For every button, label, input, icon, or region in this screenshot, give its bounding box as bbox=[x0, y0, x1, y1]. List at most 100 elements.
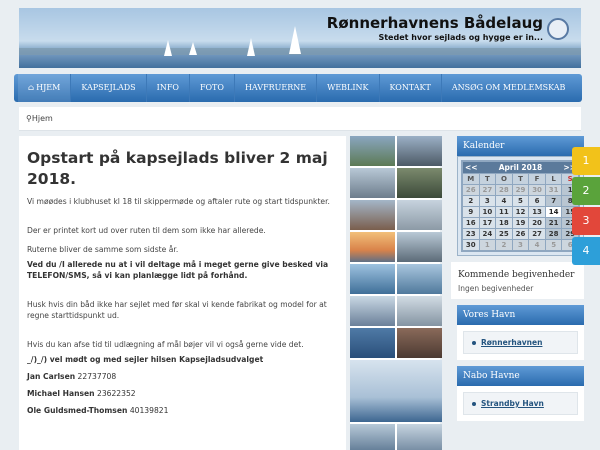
gallery-photo[interactable] bbox=[397, 168, 442, 198]
calendar-day[interactable]: 6 bbox=[529, 196, 545, 206]
article-paragraph: Ruterne bliver de samme som sidste år. bbox=[27, 245, 179, 254]
photo-gallery bbox=[350, 136, 442, 450]
calendar-widget: Kalender << April 2018 >> M T O T F L S 26 27 28 2… bbox=[451, 136, 584, 256]
article-paragraph: Der er printet kort ud over ruten til de… bbox=[27, 226, 266, 235]
main-nav: ⌂ Hjem Kapsejlads Info Foto Havfruerne We… bbox=[14, 74, 582, 102]
calendar-day-header: O bbox=[496, 174, 512, 184]
bullet-icon bbox=[472, 402, 476, 406]
vores-havn-widget: Vores Havn Rønnerhavnen bbox=[451, 305, 584, 360]
calendar-day[interactable]: 18 bbox=[496, 218, 512, 228]
sailboat-image bbox=[247, 38, 255, 56]
calendar-day[interactable]: 10 bbox=[479, 207, 496, 217]
calendar-day[interactable]: 13 bbox=[529, 207, 545, 217]
contact-line: Ole Guldsmed-Thomsen 40139821 bbox=[27, 405, 338, 416]
gallery-photo[interactable] bbox=[397, 424, 442, 450]
contact-line: Jan Carlsen 22737708 bbox=[27, 371, 338, 382]
calendar-frame: << April 2018 >> M T O T F L S 26 27 28 29 30 31 1 2 3 4… bbox=[457, 156, 584, 256]
side-tabs: 1 2 3 4 bbox=[572, 147, 600, 267]
events-heading: Kommende begivenheder bbox=[458, 270, 575, 280]
side-tab-2[interactable]: 2 bbox=[572, 177, 600, 205]
article: Opstart på kapsejlads bliver 2 maj 2018.… bbox=[19, 136, 346, 450]
gallery-photo[interactable] bbox=[397, 296, 442, 326]
gallery-photo[interactable] bbox=[350, 168, 395, 198]
calendar-day[interactable]: 19 bbox=[512, 218, 529, 228]
contact-name: Michael Hansen bbox=[27, 389, 95, 398]
gallery-photo[interactable] bbox=[350, 360, 442, 422]
gallery-photo[interactable] bbox=[350, 200, 395, 230]
calendar-day-header: T bbox=[512, 174, 529, 184]
gallery-photo[interactable] bbox=[350, 232, 395, 262]
prev-month-button[interactable]: << bbox=[465, 163, 478, 172]
calendar-day[interactable]: 9 bbox=[463, 207, 479, 217]
gallery-photo[interactable] bbox=[350, 136, 395, 166]
calendar-day-other-month: 3 bbox=[512, 240, 529, 250]
calendar-day-other-month: 27 bbox=[479, 185, 496, 195]
calendar-day-header: F bbox=[529, 174, 545, 184]
side-tab-1[interactable]: 1 bbox=[572, 147, 600, 175]
nav-item-label: Hjem bbox=[36, 83, 61, 92]
calendar-day[interactable]: 23 bbox=[463, 229, 479, 239]
side-tab-3[interactable]: 3 bbox=[572, 207, 600, 235]
sailboat-image bbox=[164, 40, 172, 56]
nav-item-kapsejlads[interactable]: Kapsejlads bbox=[71, 74, 147, 102]
calendar-day[interactable]: 16 bbox=[463, 218, 479, 228]
club-seal-icon bbox=[547, 18, 569, 40]
sidebar: Kalender << April 2018 >> M T O T F L S 26 27 28 2… bbox=[451, 136, 584, 427]
calendar-day[interactable]: 14 bbox=[545, 207, 562, 217]
side-tab-4[interactable]: 4 bbox=[572, 237, 600, 265]
calendar-day[interactable]: 26 bbox=[512, 229, 529, 239]
gallery-photo[interactable] bbox=[397, 264, 442, 294]
nav-item-foto[interactable]: Foto bbox=[190, 74, 235, 102]
breadcrumb-home[interactable]: Hjem bbox=[32, 114, 53, 123]
calendar-day[interactable]: 17 bbox=[479, 218, 496, 228]
calendar-heading: Kalender bbox=[457, 136, 584, 156]
gallery-photo[interactable] bbox=[397, 136, 442, 166]
calendar-day[interactable]: 25 bbox=[496, 229, 512, 239]
calendar-day[interactable]: 24 bbox=[479, 229, 496, 239]
gallery-photo[interactable] bbox=[397, 328, 442, 358]
nav-item-weblink[interactable]: Weblink bbox=[317, 74, 380, 102]
gallery-photo[interactable] bbox=[350, 296, 395, 326]
link-ronnerhavnen[interactable]: Rønnerhavnen bbox=[481, 338, 542, 347]
contact-name: Jan Carlsen bbox=[27, 372, 76, 381]
nabo-havne-widget: Nabo Havne Strandby Havn bbox=[451, 366, 584, 421]
calendar-day[interactable]: 4 bbox=[496, 196, 512, 206]
calendar-day[interactable]: 3 bbox=[479, 196, 496, 206]
calendar-day[interactable]: 21 bbox=[545, 218, 562, 228]
gallery-photo[interactable] bbox=[397, 232, 442, 262]
calendar-day[interactable]: 28 bbox=[545, 229, 562, 239]
calendar-month: April 2018 bbox=[498, 163, 543, 172]
calendar-day[interactable]: 30 bbox=[463, 240, 479, 250]
article-paragraph: Hvis du kan afse tid til udlægning af må… bbox=[27, 340, 304, 349]
contact-phone: 23622352 bbox=[96, 389, 136, 398]
link-strandby-havn[interactable]: Strandby Havn bbox=[481, 399, 544, 408]
nav-item-kontakt[interactable]: Kontakt bbox=[380, 74, 442, 102]
nav-item-havfruerne[interactable]: Havfruerne bbox=[235, 74, 318, 102]
gallery-photo[interactable] bbox=[350, 328, 395, 358]
calendar-header: << April 2018 >> bbox=[463, 162, 578, 173]
calendar-day[interactable]: 12 bbox=[512, 207, 529, 217]
nav-item-info[interactable]: Info bbox=[147, 74, 190, 102]
calendar-day[interactable]: 2 bbox=[463, 196, 479, 206]
nav-item-medlemskab[interactable]: Ansøg om medlemskab bbox=[442, 74, 576, 102]
calendar-day-other-month: 5 bbox=[545, 240, 562, 250]
gallery-photo[interactable] bbox=[397, 200, 442, 230]
gallery-photo[interactable] bbox=[350, 264, 395, 294]
article-paragraph: Ved du /I allerede nu at i vil deltage m… bbox=[27, 260, 329, 280]
site-title-box: Rønnerhavnens Bådelaug Stedet hvor sejla… bbox=[327, 14, 543, 42]
calendar-day-other-month: 1 bbox=[479, 240, 496, 250]
calendar-day[interactable]: 7 bbox=[545, 196, 562, 206]
events-empty-text: Ingen begivenheder bbox=[458, 284, 534, 293]
gallery-photo[interactable] bbox=[350, 424, 395, 450]
article-paragraph: Vi møødes i klubhuset kl 18 til skipperm… bbox=[27, 197, 330, 206]
calendar-day[interactable]: 27 bbox=[529, 229, 545, 239]
calendar-day[interactable]: 11 bbox=[496, 207, 512, 217]
calendar-day[interactable]: 20 bbox=[529, 218, 545, 228]
sailboat-image bbox=[289, 26, 301, 54]
site-title[interactable]: Rønnerhavnens Bådelaug bbox=[327, 14, 543, 32]
calendar-day[interactable]: 5 bbox=[512, 196, 529, 206]
contact-phone: 40139821 bbox=[129, 406, 169, 415]
nav-item-hjem[interactable]: ⌂ Hjem bbox=[18, 74, 72, 102]
calendar-day-header: L bbox=[545, 174, 562, 184]
calendar: << April 2018 >> M T O T F L S 26 27 28 29 30 31 1 2 3 4… bbox=[461, 160, 580, 252]
